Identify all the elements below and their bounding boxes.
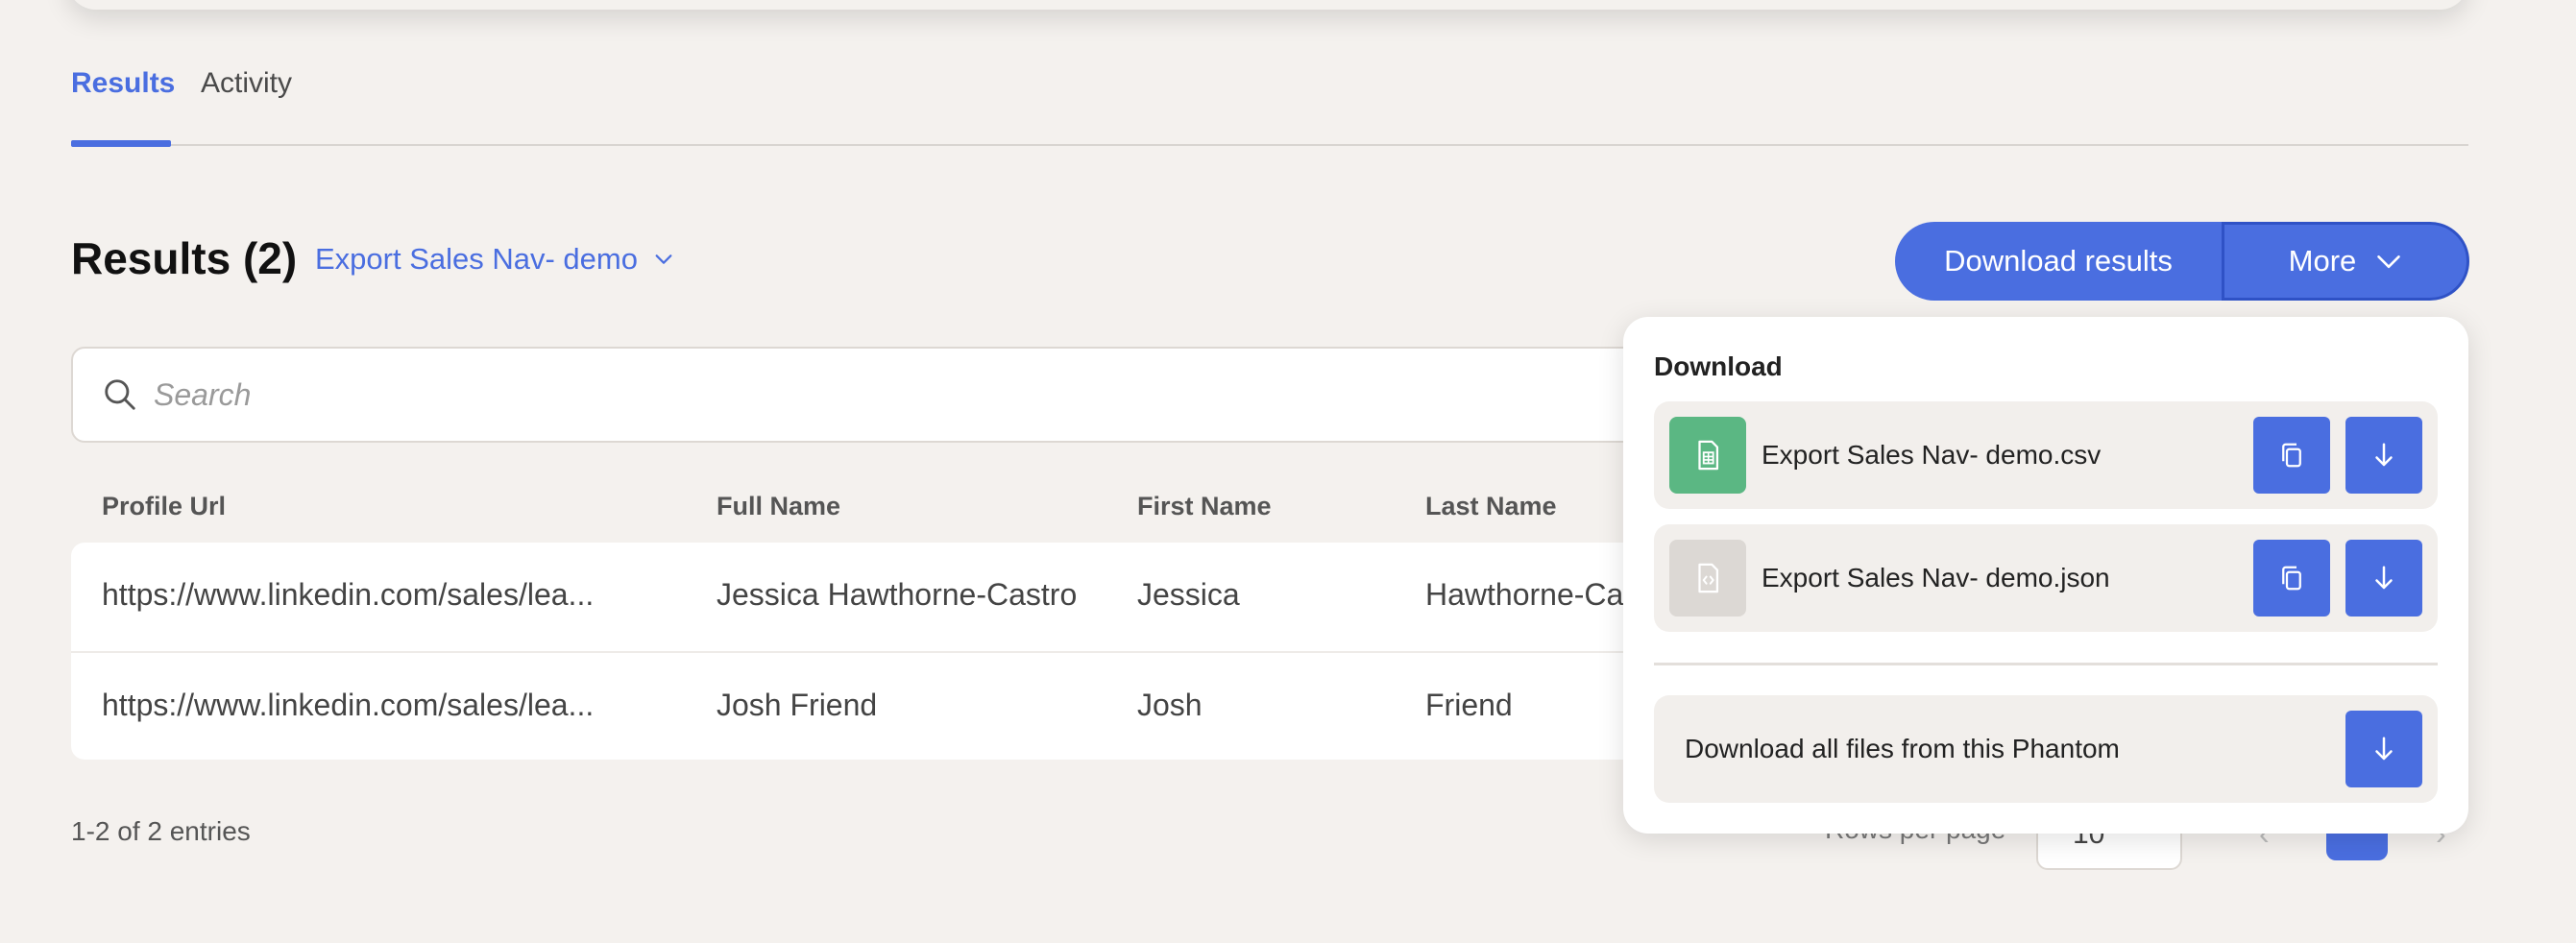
cell-full-name: Jessica Hawthorne-Castro [717,577,1078,612]
cell-last-name: Friend [1425,688,1513,722]
copy-icon [2282,443,2301,468]
chevron-down-icon [2377,255,2401,269]
file-name: Export Sales Nav- demo.csv [1762,440,2102,470]
spreadsheet-file-icon [1669,417,1746,494]
tab-results-label: Results [71,67,176,99]
results-heading: Results (2) [71,233,298,283]
tab-results[interactable]: Results [71,67,175,100]
download-arrow-icon [2375,443,2393,467]
download-file-button[interactable] [2345,540,2422,617]
column-header-profile-url[interactable]: Profile Url [102,492,226,521]
column-header-last-name[interactable]: Last Name [1425,492,1557,521]
cell-last-name: Hawthorne-Ca [1425,577,1624,612]
dropdown-divider [1654,663,2438,665]
download-all-label: Download all files from this Phantom [1685,734,2120,763]
download-all-row: Download all files from this Phantom [1654,695,2438,803]
download-results-button[interactable]: Download results [1895,222,2222,301]
code-file-icon [1669,540,1746,617]
file-name: Export Sales Nav- demo.json [1762,563,2110,592]
entries-count: 1-2 of 2 entries [71,816,251,846]
column-header-first-name[interactable]: First Name [1137,492,1272,521]
result-set-selector[interactable]: Export Sales Nav- demo [315,242,674,277]
result-set-label: Export Sales Nav- demo [315,242,638,276]
chevron-down-icon [655,254,672,264]
active-tab-indicator [71,140,171,147]
copy-link-button[interactable] [2253,417,2330,494]
cell-profile-url[interactable]: https://www.linkedin.com/sales/lea... [102,577,594,613]
results-table: https://www.linkedin.com/sales/lea... Je… [71,543,1723,760]
cell-first-name: Josh [1137,688,1203,722]
dropdown-title: Download [1654,351,1783,381]
search-icon [105,379,135,410]
tab-activity[interactable]: Activity [201,67,292,100]
download-all-button[interactable] [2345,711,2422,787]
search-input[interactable] [154,376,1594,413]
download-arrow-icon [2375,566,2393,590]
column-header-full-name[interactable]: Full Name [717,492,840,521]
copy-link-button[interactable] [2253,540,2330,617]
top-card-edge [67,0,2468,10]
tab-bar: Results Activity [71,58,2468,147]
copy-icon [2282,566,2301,591]
more-label: More [2288,244,2357,278]
table-row[interactable]: https://www.linkedin.com/sales/lea... Je… [71,543,1723,651]
download-arrow-icon [2375,737,2393,761]
download-results-label: Download results [1944,244,2173,278]
table-row[interactable]: https://www.linkedin.com/sales/lea... Jo… [71,651,1723,760]
download-file-row: Export Sales Nav- demo.json [1654,524,2438,632]
cell-profile-url[interactable]: https://www.linkedin.com/sales/lea... [102,688,594,723]
more-dropdown-menu: Download Export Sales Nav- demo.csv Expo… [1623,317,2468,834]
cell-first-name: Jessica [1137,577,1240,612]
download-file-row: Export Sales Nav- demo.csv [1654,401,2438,509]
more-button[interactable]: More [2222,222,2469,301]
search-bar [71,347,1742,443]
tab-activity-label: Activity [201,67,293,99]
download-file-button[interactable] [2345,417,2422,494]
table-header: Profile Url Full Name First Name Last Na… [0,492,1633,530]
cell-full-name: Josh Friend [717,688,878,722]
